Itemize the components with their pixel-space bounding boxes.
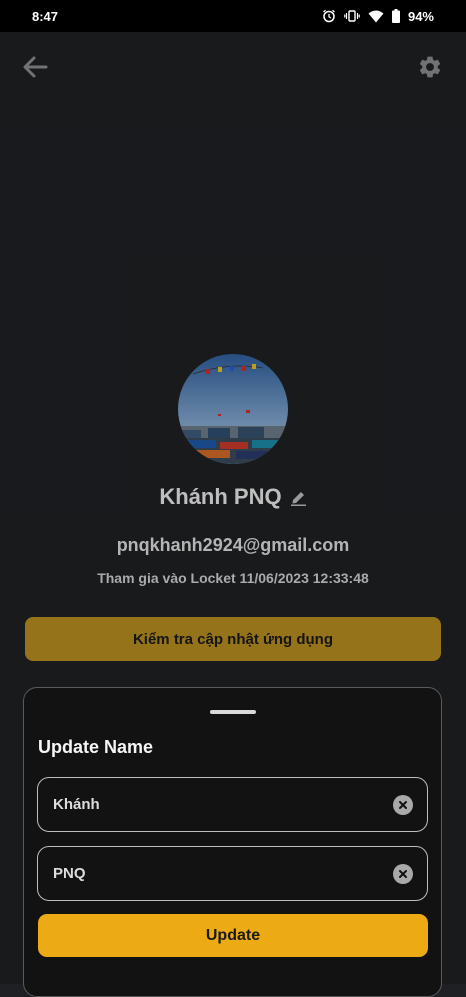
close-icon (399, 870, 407, 878)
sheet-title: Update Name (38, 737, 154, 757)
clear-last-name-button[interactable] (393, 864, 413, 884)
status-icons: 94% (322, 9, 434, 24)
update-button[interactable]: Update (38, 914, 428, 957)
profile-email: pnqkhanh2924@gmail.com (116, 535, 350, 555)
sheet-drag-handle[interactable] (210, 710, 256, 714)
vibrate-icon (344, 10, 360, 22)
alarm-icon (323, 9, 335, 23)
status-bar: 8:47 94% (0, 0, 466, 32)
pencil-icon (290, 491, 306, 506)
status-time: 8:47 (32, 8, 59, 24)
profile-joined-date: Tham gia vào Locket 11/06/2023 12:33:48 (97, 570, 369, 586)
gear-icon (419, 56, 441, 78)
wifi-icon (368, 10, 384, 22)
avatar-photo (178, 354, 288, 464)
first-name-input[interactable] (53, 778, 373, 831)
back-button[interactable] (20, 52, 50, 82)
avatar[interactable] (178, 354, 288, 464)
clear-first-name-button[interactable] (393, 795, 413, 815)
last-name-input[interactable] (53, 847, 373, 900)
close-icon (399, 801, 407, 809)
profile-name: Khánh PNQ (159, 484, 282, 509)
battery-percent: 94% (407, 8, 434, 24)
edit-name-button[interactable] (290, 489, 307, 506)
arrow-left-icon (23, 56, 48, 78)
battery-icon (391, 9, 400, 23)
last-name-field[interactable] (37, 846, 428, 901)
check-update-button[interactable]: Kiểm tra cập nhật ứng dụng (25, 617, 441, 661)
update-name-sheet: Update Name Update (23, 687, 442, 997)
first-name-field[interactable] (37, 777, 428, 832)
profile-name-row: Khánh PNQ (0, 484, 466, 510)
settings-button[interactable] (415, 52, 445, 82)
